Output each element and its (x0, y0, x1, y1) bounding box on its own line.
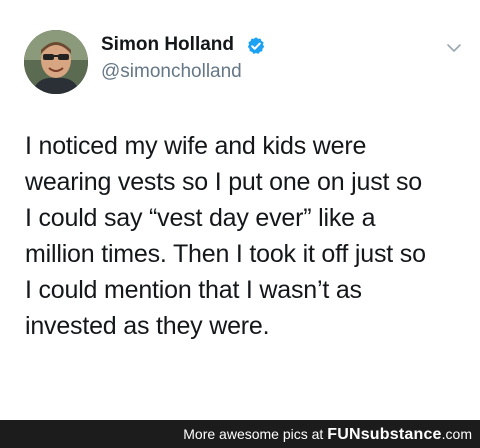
avatar[interactable] (24, 30, 88, 94)
watermark-footer: More awesome pics at FUNsubstance.com (0, 420, 480, 448)
tweet-text-line: I could say “vest day ever” like a (25, 204, 376, 232)
author-name[interactable]: Simon Holland (101, 34, 234, 56)
tweet-text-line: I could mention that I wasn’t as (25, 276, 362, 304)
watermark-text: More awesome pics at FUNsubstance.com (183, 426, 472, 444)
tweet-card: Simon Holland @simoncholland I noticed m… (0, 0, 480, 420)
watermark-brand: FUNsubstance (327, 426, 442, 443)
tweet-text-line: I noticed my wife and kids were (25, 132, 367, 160)
watermark-suffix: .com (441, 426, 472, 442)
verified-badge-icon (247, 37, 265, 54)
chevron-down-icon[interactable] (446, 42, 462, 54)
tweet-text-line: million times. Then I took it off just s… (25, 240, 426, 268)
avatar-photo (24, 30, 88, 94)
author-handle[interactable]: @simoncholland (101, 61, 242, 83)
tweet-text-line: invested as they were. (25, 312, 270, 340)
tweet-text-line: wearing vests so I put one on just so (25, 168, 422, 196)
tweet-text: I noticed my wife and kids were wearing … (25, 128, 465, 344)
watermark-prefix: More awesome pics at (183, 426, 328, 442)
